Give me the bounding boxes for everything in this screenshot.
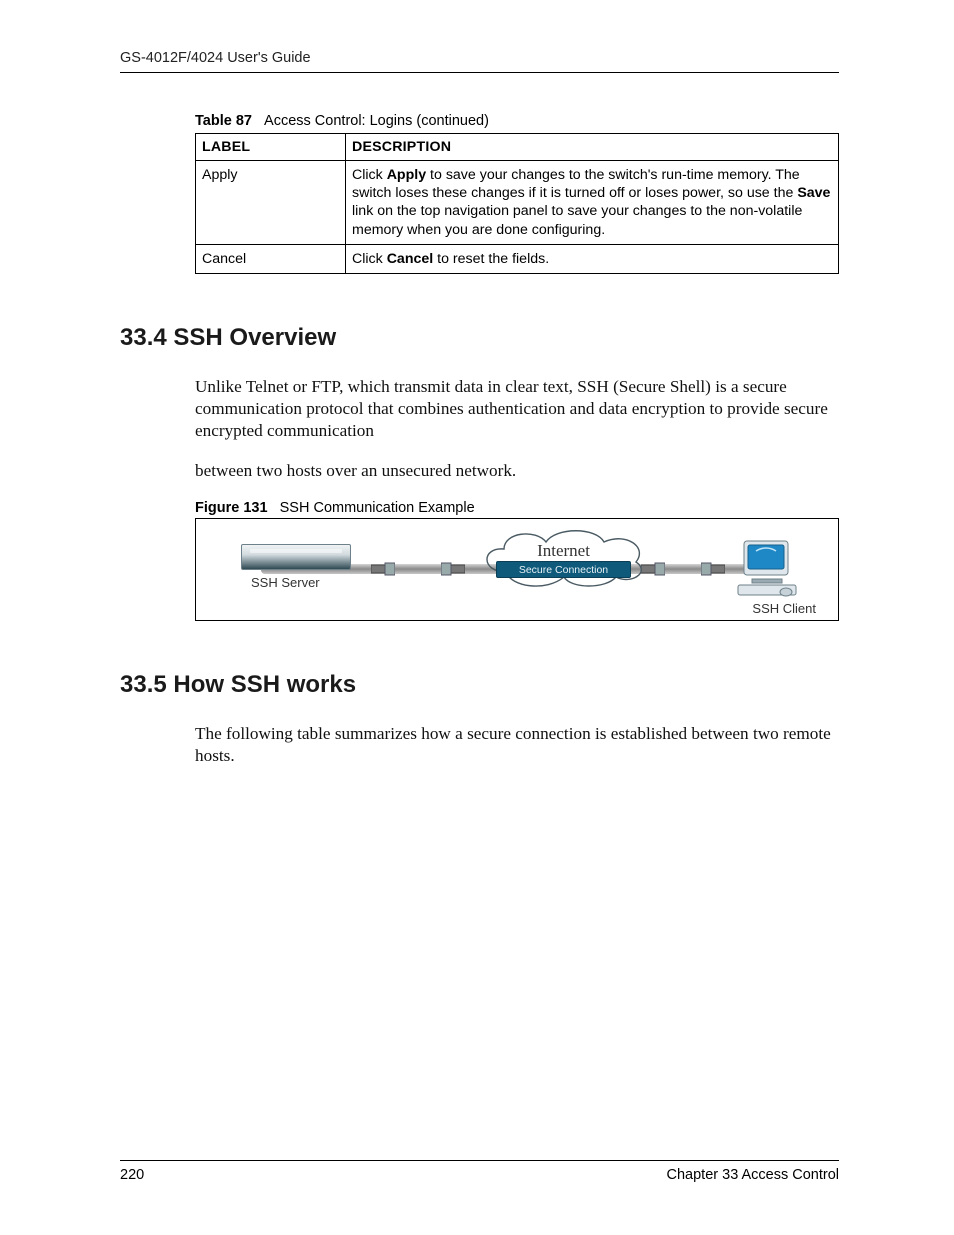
desc-bold: Apply	[387, 167, 426, 183]
table-87-caption-text: Access Control: Logins (continued)	[264, 113, 489, 129]
table-header-row: LABEL DESCRIPTION	[196, 134, 839, 161]
heading-33-4: 33.4 SSH Overview	[120, 324, 839, 352]
paragraph: Unlike Telnet or FTP, which transmit dat…	[195, 376, 839, 442]
table-87-caption: Table 87 Access Control: Logins (continu…	[195, 113, 839, 129]
ssh-server-icon	[241, 544, 351, 570]
connector-icon	[441, 559, 465, 579]
internet-cloud-icon: Internet	[476, 527, 651, 587]
cell-label: Apply	[196, 161, 346, 245]
table-87: LABEL DESCRIPTION Apply Click Apply to s…	[195, 133, 839, 274]
ssh-client-icon	[736, 537, 798, 599]
paragraph: The following table summarizes how a sec…	[195, 723, 839, 767]
connector-icon	[371, 559, 395, 579]
table-row: Cancel Click Cancel to reset the fields.	[196, 244, 839, 273]
secure-connection-label: Secure Connection	[496, 561, 631, 578]
chapter-label: Chapter 33 Access Control	[667, 1167, 839, 1183]
page-footer: 220 Chapter 33 Access Control	[120, 1160, 839, 1183]
figure-131-caption: Figure 131 SSH Communication Example	[195, 500, 839, 519]
connector-icon	[701, 559, 725, 579]
paragraph: between two hosts over an unsecured netw…	[195, 460, 839, 482]
desc-text: Click	[352, 251, 387, 267]
heading-33-5: 33.5 How SSH works	[120, 671, 839, 699]
ssh-server-label: SSH Server	[251, 575, 320, 590]
cell-description: Click Apply to save your changes to the …	[346, 161, 839, 245]
figure-131-inner: SSH Server Internet Secure Connection	[196, 519, 838, 620]
table-87-caption-label: Table 87	[195, 113, 252, 129]
figure-131-caption-text: SSH Communication Example	[280, 500, 475, 516]
guide-title: GS-4012F/4024 User's Guide	[120, 50, 311, 66]
figure-131: SSH Server Internet Secure Connection	[195, 519, 839, 621]
ssh-client-label: SSH Client	[752, 601, 816, 616]
figure-131-caption-label: Figure 131	[195, 500, 268, 516]
cloud-label: Internet	[476, 541, 651, 561]
th-label: LABEL	[196, 134, 346, 161]
cell-label: Cancel	[196, 244, 346, 273]
page-number: 220	[120, 1167, 144, 1183]
desc-text: link on the top navigation panel to save…	[352, 203, 802, 237]
page-header: GS-4012F/4024 User's Guide	[120, 50, 839, 73]
table-row: Apply Click Apply to save your changes t…	[196, 161, 839, 245]
desc-text: to reset the fields.	[433, 251, 549, 267]
desc-bold: Save	[797, 185, 830, 201]
desc-bold: Cancel	[387, 251, 434, 267]
cell-description: Click Cancel to reset the fields.	[346, 244, 839, 273]
desc-text: Click	[352, 167, 387, 183]
th-description: DESCRIPTION	[346, 134, 839, 161]
